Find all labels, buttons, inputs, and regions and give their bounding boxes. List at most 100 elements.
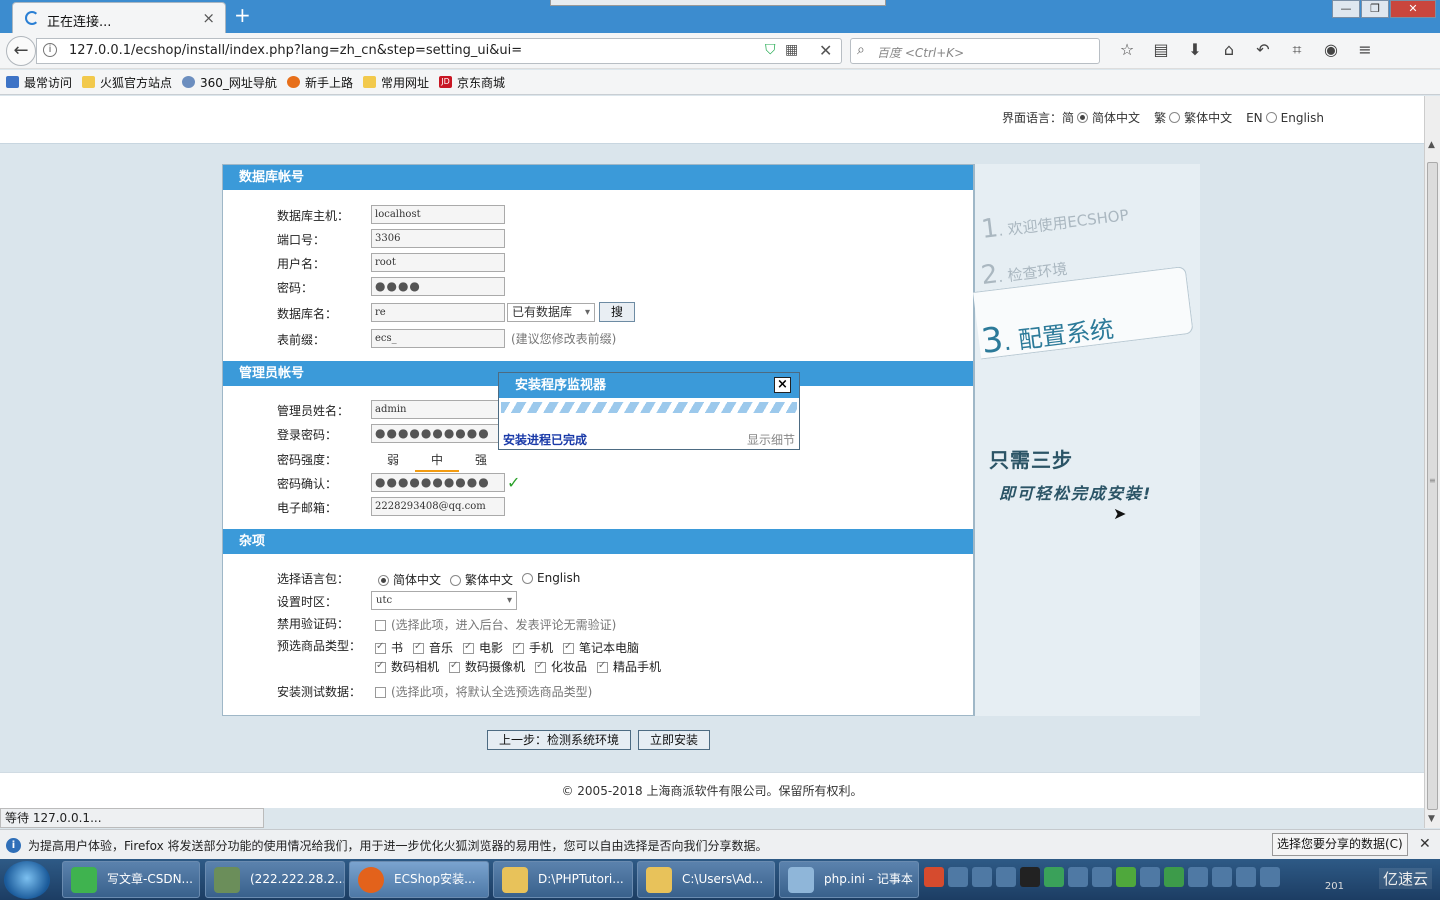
tray-icon[interactable]: [1068, 867, 1088, 887]
db-search-button[interactable]: 搜: [599, 302, 635, 322]
bookmark-common-sites[interactable]: 常用网址: [362, 74, 429, 91]
window-close-button[interactable]: ✕: [1390, 0, 1436, 18]
new-tab-button[interactable]: +: [234, 3, 251, 27]
undo-icon[interactable]: ↶: [1246, 40, 1280, 60]
tab-ecshop-install[interactable]: 正在连接... ×: [12, 2, 226, 33]
radio-simplified[interactable]: [378, 575, 389, 586]
goods-camcorder[interactable]: 数码摄像机: [449, 658, 525, 675]
goods-movie[interactable]: 电影: [463, 639, 503, 656]
checkbox[interactable]: [375, 660, 386, 673]
clock[interactable]: 201: [1325, 881, 1344, 892]
search-box[interactable]: ⌕ 百度 <Ctrl+K>: [850, 38, 1100, 64]
scroll-thumb[interactable]: [1427, 162, 1438, 810]
minimize-button[interactable]: —: [1332, 0, 1360, 18]
checkbox[interactable]: [375, 641, 386, 654]
volume-icon[interactable]: [1236, 867, 1256, 887]
home-icon[interactable]: ⌂: [1212, 40, 1246, 60]
tray-icon[interactable]: [1188, 867, 1208, 887]
show-details-link[interactable]: 显示细节: [747, 431, 795, 448]
scroll-down-icon[interactable]: ▼: [1428, 814, 1435, 824]
db-existing-select[interactable]: 已有数据库: [507, 303, 595, 322]
db-user-input[interactable]: root: [371, 253, 505, 272]
ui-lang-english-radio[interactable]: [1265, 112, 1277, 123]
tray-icon[interactable]: [972, 867, 992, 887]
tray-icon[interactable]: [1116, 867, 1136, 887]
monitor-close-icon[interactable]: ×: [774, 377, 791, 393]
table-prefix-input[interactable]: ecs_: [371, 329, 505, 348]
checkbox[interactable]: [413, 641, 424, 654]
task-folder-c[interactable]: C:\Users\Ad...: [637, 861, 775, 898]
shield-icon[interactable]: [1164, 867, 1184, 887]
scroll-up-icon[interactable]: ▲: [1428, 140, 1435, 150]
db-port-input[interactable]: 3306: [371, 229, 505, 248]
checkbox[interactable]: [597, 660, 608, 673]
goods-laptop[interactable]: 笔记本电脑: [563, 639, 639, 656]
task-ecshop[interactable]: ECShop安装...: [349, 861, 489, 898]
tray-icon[interactable]: [948, 867, 968, 887]
menu-icon[interactable]: ≡: [1348, 40, 1382, 60]
bookmark-most-visited[interactable]: 最常访问: [6, 74, 72, 91]
email-input[interactable]: 2228293408@qq.com: [371, 497, 505, 516]
reading-list-icon[interactable]: ▤: [1144, 40, 1178, 60]
task-remote[interactable]: (222.222.28.2...: [205, 861, 345, 898]
qr-code-icon[interactable]: ▦: [785, 42, 798, 58]
task-folder-d[interactable]: D:\PHPTutori...: [493, 861, 633, 898]
bookmark-getting-started[interactable]: 新手上路: [286, 74, 353, 91]
db-name-input[interactable]: re: [371, 303, 505, 322]
checkbox[interactable]: [513, 641, 524, 654]
admin-name-input[interactable]: admin: [371, 400, 505, 419]
captcha-checkbox[interactable]: [375, 620, 386, 631]
qq-icon[interactable]: [1020, 867, 1040, 887]
checkbox[interactable]: [563, 641, 574, 654]
maximize-button[interactable]: ❐: [1361, 0, 1389, 18]
timezone-select[interactable]: utc: [371, 591, 517, 610]
tray-icon[interactable]: [1212, 867, 1232, 887]
url-text[interactable]: 127.0.0.1/ecshop/install/index.php?lang=…: [69, 43, 522, 58]
chat-icon[interactable]: ◉: [1314, 40, 1348, 60]
checkbox[interactable]: [463, 641, 474, 654]
address-bar[interactable]: i 127.0.0.1/ecshop/install/index.php?lan…: [36, 38, 842, 64]
goods-cosmetics[interactable]: 化妆品: [535, 658, 587, 675]
install-now-button[interactable]: 立即安装: [638, 730, 710, 750]
goods-camera[interactable]: 数码相机: [375, 658, 439, 675]
download-icon[interactable]: ⬇: [1178, 40, 1212, 60]
tray-icon[interactable]: [1044, 867, 1064, 887]
site-info-icon[interactable]: i: [43, 43, 57, 57]
bookmark-firefox-site[interactable]: 火狐官方站点: [82, 74, 172, 91]
tray-icon[interactable]: [1140, 867, 1160, 887]
choose-share-data-button[interactable]: 选择您要分享的数据(C): [1272, 833, 1408, 856]
goods-music[interactable]: 音乐: [413, 639, 453, 656]
pass-confirm-input[interactable]: ●●●●●●●●●●: [371, 473, 505, 492]
ime-icon[interactable]: [924, 867, 944, 887]
test-data-checkbox[interactable]: [375, 687, 386, 698]
task-csdn[interactable]: 写文章-CSDN...: [62, 861, 200, 898]
goods-premium-phone[interactable]: 精品手机: [597, 658, 661, 675]
checkbox[interactable]: [535, 660, 546, 673]
vertical-scrollbar[interactable]: ▲ ≡ ▼: [1424, 96, 1440, 828]
crop-icon[interactable]: ⌗: [1280, 40, 1314, 60]
ui-lang-traditional-radio[interactable]: [1169, 112, 1181, 123]
ui-lang-simplified-radio[interactable]: [1077, 112, 1089, 123]
test-data-option[interactable]: (选择此项，将默认全选预选商品类型): [375, 683, 592, 700]
db-pass-input[interactable]: ●●●●: [371, 277, 505, 296]
stop-loading-icon[interactable]: ✕: [819, 41, 832, 60]
notice-close-icon[interactable]: ✕: [1419, 836, 1431, 852]
db-host-input[interactable]: localhost: [371, 205, 505, 224]
lang-pack-simplified[interactable]: 简体中文: [375, 571, 441, 588]
tray-icon[interactable]: [996, 867, 1016, 887]
shield-icon[interactable]: ⛉: [765, 42, 776, 58]
lang-pack-english[interactable]: English: [519, 571, 580, 585]
bookmark-360[interactable]: 360_网址导航: [182, 74, 277, 91]
lang-pack-traditional[interactable]: 繁体中文: [447, 571, 513, 588]
admin-pass-input[interactable]: ●●●●●●●●●●: [371, 424, 505, 443]
checkbox[interactable]: [449, 660, 460, 673]
prev-step-button[interactable]: 上一步：检测系统环境: [487, 730, 631, 750]
start-button[interactable]: [4, 861, 50, 899]
radio-english[interactable]: [522, 573, 533, 584]
goods-phone[interactable]: 手机: [513, 639, 553, 656]
goods-book[interactable]: 书: [375, 639, 403, 656]
bookmark-jd[interactable]: JD 京东商城: [438, 74, 505, 91]
back-button[interactable]: ←: [6, 36, 36, 66]
task-notepad[interactable]: php.ini - 记事本: [779, 861, 919, 898]
network-icon[interactable]: [1260, 867, 1280, 887]
